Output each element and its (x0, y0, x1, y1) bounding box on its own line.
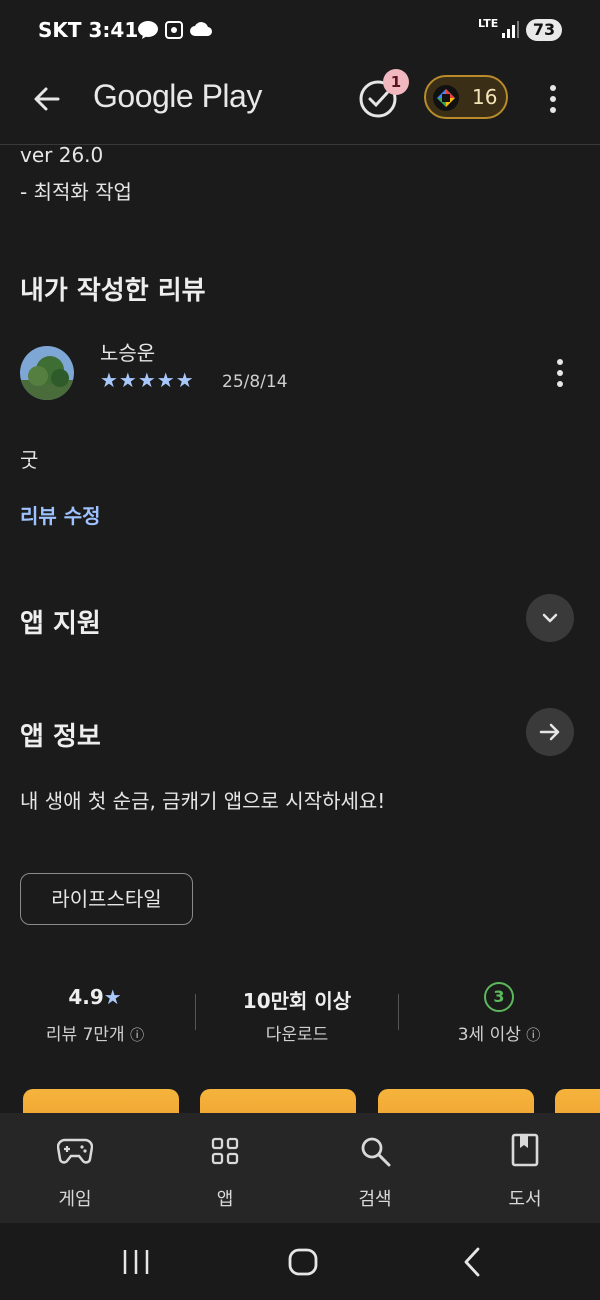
nav-search[interactable]: 검색 (300, 1113, 450, 1223)
status-bar: SKT 3:41 LTE 73 (0, 0, 600, 60)
cloud-icon (190, 22, 213, 37)
apps-grid-icon (211, 1137, 239, 1165)
update-note: - 최적화 작업 (20, 180, 132, 204)
recent-apps-icon[interactable] (121, 1248, 151, 1276)
review-count-text: 리뷰 7만개 (45, 1025, 125, 1045)
carrier-label: SKT (38, 18, 82, 42)
age-rating-badge: 3 (484, 982, 514, 1012)
play-points-icon (433, 85, 459, 111)
chevron-down-icon (542, 613, 558, 623)
review-more-icon[interactable] (550, 357, 570, 389)
home-icon[interactable] (287, 1247, 319, 1277)
version-text: ver 26.0 (20, 143, 104, 167)
review-body: 굿 (20, 448, 39, 472)
edit-review-link[interactable]: 리뷰 수정 (20, 500, 101, 529)
time-label: 3:41 (88, 18, 139, 42)
nav-games-label: 게임 (58, 1189, 92, 1210)
my-review-heading: 내가 작성한 리뷰 (20, 276, 206, 306)
kakaotalk-icon (138, 21, 158, 39)
nav-games[interactable]: 게임 (0, 1113, 150, 1223)
nav-apps[interactable]: 앱 (150, 1113, 300, 1223)
system-navigation-bar (0, 1223, 600, 1300)
age-rating-label[interactable]: 3세 이상 ⓘ (404, 1020, 594, 1045)
expand-support-button[interactable] (526, 594, 574, 642)
nav-apps-label: 앱 (216, 1189, 234, 1210)
app-info-arrow-button[interactable] (526, 708, 574, 756)
review-stars: ★★★★★ (100, 368, 195, 392)
notification-badge: 1 (383, 69, 409, 95)
age-rating-text: 3세 이상 (457, 1025, 521, 1045)
star-icon: ★ (103, 985, 122, 1009)
avatar (20, 346, 74, 400)
stats-divider (398, 994, 399, 1030)
downloads-value: 10만회 이상 (242, 989, 352, 1013)
play-points-button[interactable]: 16 (424, 75, 508, 119)
battery-indicator: 73 (526, 19, 562, 41)
rating-number: 4.9 (68, 985, 104, 1009)
app-support-heading[interactable]: 앱 지원 (20, 603, 101, 640)
signal-icon (502, 21, 519, 38)
system-back-icon[interactable] (460, 1247, 484, 1277)
info-icon: ⓘ (130, 1028, 145, 1044)
review-author: 노승운 (100, 341, 156, 365)
app-description: 내 생애 첫 순금, 금캐기 앱으로 시작하세요! (20, 789, 386, 813)
app-bar: Google Play 1 16 (0, 60, 600, 145)
arrow-right-icon (539, 723, 560, 741)
app-info-heading[interactable]: 앱 정보 (20, 716, 101, 753)
rating-label[interactable]: 리뷰 7만개 ⓘ (0, 1020, 190, 1045)
back-arrow-icon[interactable] (30, 82, 64, 116)
search-icon (361, 1137, 391, 1167)
downloads-label: 다운로드 (265, 1025, 329, 1045)
network-type: LTE (478, 17, 499, 30)
stats-divider (195, 994, 196, 1030)
gamepad-icon (57, 1138, 93, 1164)
info-icon: ⓘ (526, 1028, 541, 1044)
nav-search-label: 검색 (358, 1189, 392, 1210)
screenshot-icon (165, 21, 183, 39)
review-date: 25/8/14 (222, 372, 288, 392)
book-icon (511, 1133, 539, 1167)
nav-books[interactable]: 도서 (450, 1113, 600, 1223)
category-chip[interactable]: 라이프스타일 (20, 873, 193, 925)
more-vert-icon[interactable] (543, 82, 563, 116)
nav-books-label: 도서 (508, 1189, 542, 1210)
status-carrier-time: SKT 3:41 (38, 18, 138, 42)
points-count: 16 (472, 85, 498, 109)
rating-value: 4.9★ (0, 985, 190, 1009)
app-title: Google Play (93, 78, 262, 114)
